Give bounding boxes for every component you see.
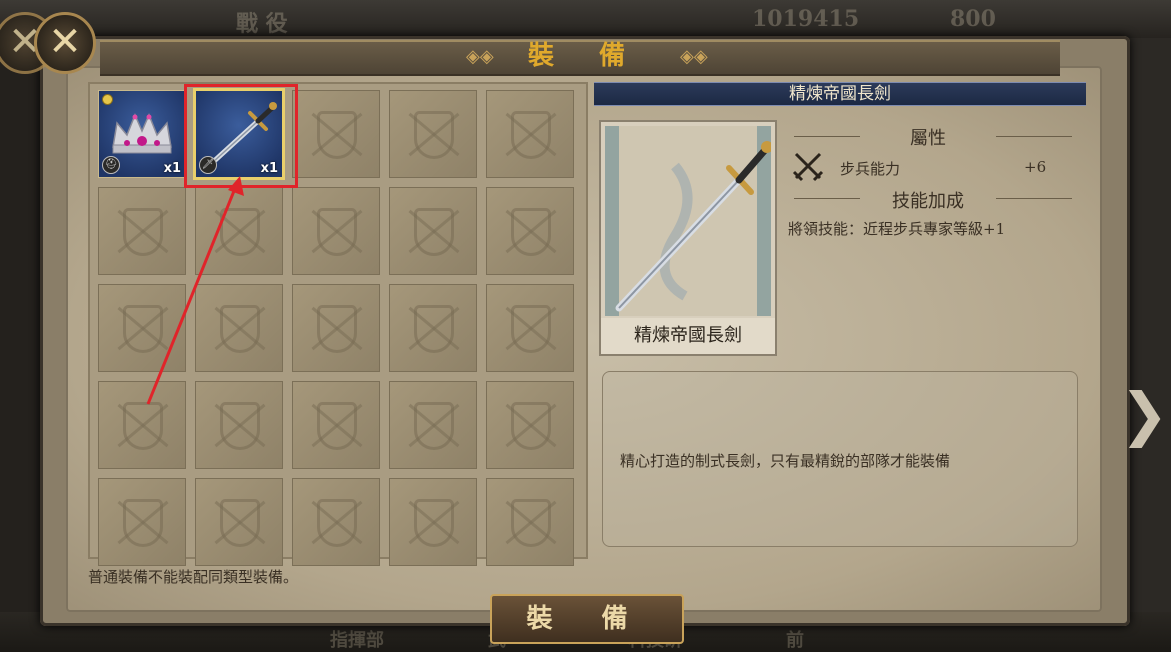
divider (996, 136, 1072, 137)
item-quantity: x1 (163, 161, 181, 176)
shield-icon (123, 305, 163, 353)
top-tab-label: 戰 役 (236, 11, 288, 37)
empty-inventory-slot[interactable] (389, 90, 477, 178)
empty-inventory-slot[interactable] (389, 478, 477, 566)
empty-inventory-slot[interactable] (389, 284, 477, 372)
divider (794, 198, 860, 199)
shield-icon (317, 402, 357, 450)
shield-icon (414, 305, 454, 353)
inventory-item-crown[interactable]: ⛑ x1 (98, 90, 186, 178)
shield-icon (317, 499, 357, 547)
close-icon: ✕ (48, 19, 82, 65)
shield-icon (220, 402, 260, 450)
item-artwork (605, 126, 773, 316)
empty-inventory-slot[interactable] (195, 187, 283, 275)
item-card: 精煉帝國長劍 (599, 120, 777, 356)
empty-inventory-slot[interactable] (389, 187, 477, 275)
bottom-tab-4: 前 (786, 630, 804, 651)
shield-icon (317, 111, 357, 159)
left-edge (0, 38, 40, 612)
equip-rule-note: 普通裝備不能裝配同類型裝備。 (88, 568, 299, 586)
equip-button[interactable]: 裝 備 (490, 594, 684, 644)
empty-inventory-slot[interactable] (292, 381, 380, 469)
shield-icon (220, 499, 260, 547)
shield-icon (220, 208, 260, 256)
shield-icon (511, 402, 551, 450)
item-card-name: 精煉帝國長劍 (601, 318, 775, 354)
item-description: 精心打造的制式長劍，只有最精銳的部隊才能裝備 (620, 452, 951, 470)
shield-icon (511, 305, 551, 353)
skill-bonus-text: 將領技能：近程步兵專家等級+1 (788, 220, 1006, 238)
empty-inventory-slot[interactable] (292, 478, 380, 566)
gold-count: 1019415 (752, 6, 860, 32)
empty-inventory-slot[interactable] (486, 381, 574, 469)
empty-inventory-slot[interactable] (486, 284, 574, 372)
empty-inventory-slot[interactable] (98, 187, 186, 275)
attributes-title: 屬性 (910, 128, 946, 149)
item-detail-header: 精煉帝國長劍 (594, 82, 1086, 106)
shield-icon (317, 208, 357, 256)
bottom-tab-1: 指揮部 (330, 630, 384, 651)
empty-inventory-slot[interactable] (195, 284, 283, 372)
top-bar: 戰 役 1019415 800 (0, 0, 1171, 38)
shield-icon (414, 111, 454, 159)
empty-inventory-slot[interactable] (292, 284, 380, 372)
shield-icon (123, 208, 163, 256)
empty-inventory-slot[interactable] (98, 284, 186, 372)
empty-inventory-slot[interactable] (486, 478, 574, 566)
empty-inventory-slot[interactable] (98, 478, 186, 566)
attribute-value: +6 (1024, 158, 1047, 176)
skill-bonus-title: 技能加成 (892, 191, 964, 212)
close-button[interactable]: ✕ (34, 12, 96, 74)
empty-inventory-slot[interactable] (486, 187, 574, 275)
divider (794, 136, 860, 137)
empty-inventory-slot[interactable] (195, 381, 283, 469)
attribute-label: 步兵能力 (840, 160, 901, 178)
shield-icon (414, 499, 454, 547)
shield-icon (414, 402, 454, 450)
crossed-swords-icon (792, 152, 824, 182)
shield-icon (317, 305, 357, 353)
shield-icon (414, 208, 454, 256)
shield-icon (511, 208, 551, 256)
empty-inventory-slot[interactable] (292, 90, 380, 178)
food-count: 800 (950, 6, 996, 32)
shield-icon (123, 402, 163, 450)
helmet-icon: ⛑ (102, 156, 120, 174)
shield-icon (511, 111, 551, 159)
sword-icon (615, 141, 773, 312)
empty-inventory-slot[interactable] (389, 381, 477, 469)
next-page-arrow-icon[interactable]: ❯ (1120, 380, 1169, 448)
empty-inventory-slot[interactable] (292, 187, 380, 275)
selection-highlight (184, 84, 298, 188)
shield-icon (220, 305, 260, 353)
empty-inventory-slot[interactable] (195, 478, 283, 566)
window-title: 裝 備 (527, 41, 644, 71)
divider (996, 198, 1072, 199)
empty-inventory-slot[interactable] (486, 90, 574, 178)
shield-icon (511, 499, 551, 547)
shield-icon (123, 499, 163, 547)
empty-inventory-slot[interactable] (98, 381, 186, 469)
